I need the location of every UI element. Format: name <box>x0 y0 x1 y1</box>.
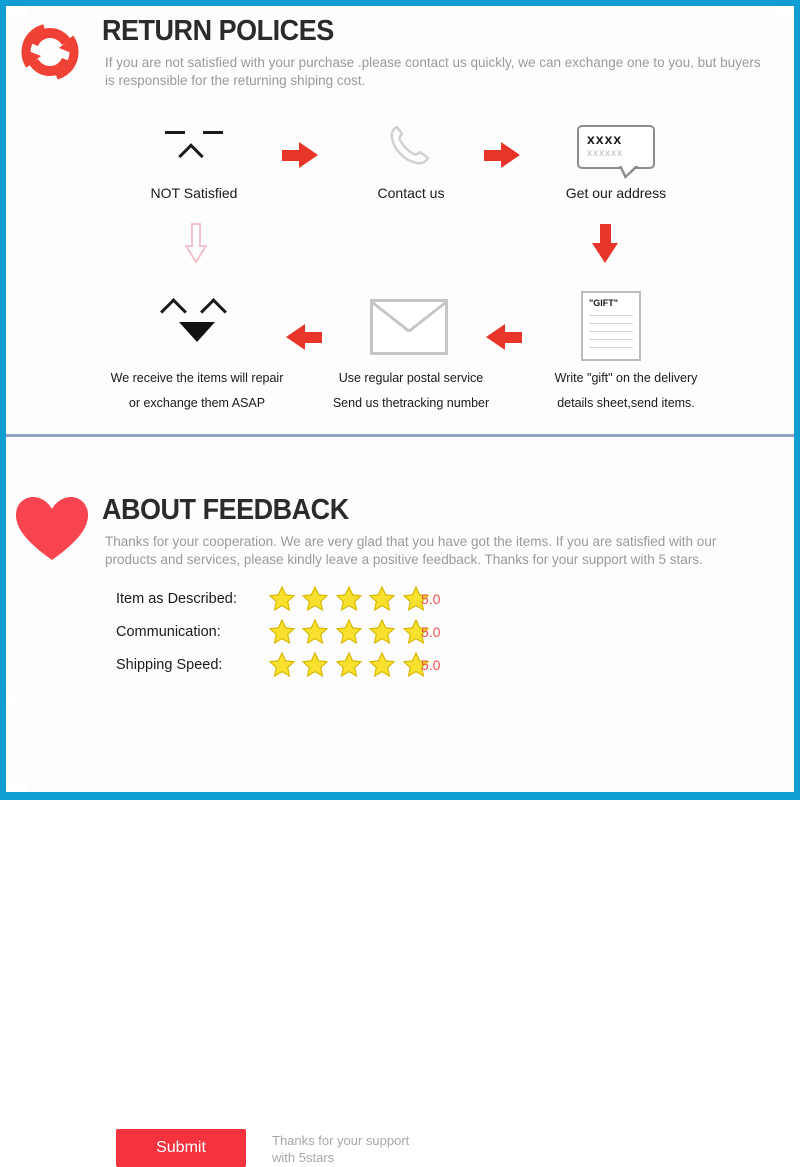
step-caption-gift: Write "gift" on the delivery details she… <box>526 363 726 413</box>
step-contact-us: Contact us <box>351 116 471 203</box>
caption-line-2: Send us thetracking number <box>332 396 490 410</box>
frame-notch-bottom-left <box>6 786 28 792</box>
arrow-left-2 <box>486 324 530 350</box>
rating-label: Shipping Speed: <box>116 657 223 673</box>
doc-gift-label: "GIFT" <box>589 298 619 308</box>
rating-row-shipping-speed: Shipping Speed: 5.0 <box>6 651 794 689</box>
step-we-receive-items <box>132 291 262 353</box>
arrow-right-1 <box>282 142 326 168</box>
refresh-arrows-icon <box>16 18 84 86</box>
step-caption-postal: Use regular postal service Send us thetr… <box>316 363 506 413</box>
star-icon[interactable] <box>268 651 296 679</box>
thanks-note: Thanks for your support with 5stars <box>272 1132 442 1166</box>
caption-line-1: Use regular postal service <box>338 371 484 385</box>
sad-face-icon <box>134 116 254 178</box>
star-icon[interactable] <box>301 651 329 679</box>
gift-document-icon: "GIFT" <box>576 289 646 363</box>
rating-label: Item as Described: <box>116 591 237 607</box>
star-icon[interactable] <box>368 651 396 679</box>
arrow-right-2 <box>484 142 528 168</box>
page-frame: RETURN POLICES If you are not satisfied … <box>0 0 800 1167</box>
rating-score: 5.0 <box>421 591 441 607</box>
thanks-line-2: with 5stars <box>272 1150 335 1165</box>
star-rating-shipping-speed[interactable] <box>268 651 431 684</box>
star-icon[interactable] <box>368 585 396 613</box>
step-get-address: xxxx xxxxxx Get our address <box>554 116 678 203</box>
return-policies-subtitle: If you are not satisfied with your purch… <box>105 55 761 88</box>
star-rating-communication[interactable] <box>268 618 431 651</box>
thanks-line-1: Thanks for your support <box>272 1133 410 1148</box>
submit-button[interactable]: Submit <box>116 1129 246 1167</box>
step-caption: NOT Satisfied <box>150 185 238 201</box>
caption-line-2: or exchange them ASAP <box>128 396 266 410</box>
happy-face-icon <box>132 291 262 353</box>
arrow-down-left <box>182 222 210 271</box>
arrow-left-1 <box>286 324 330 350</box>
star-icon[interactable] <box>268 618 296 646</box>
caption-line-1: We receive the items will repair <box>110 371 284 385</box>
star-rating-item-as-described[interactable] <box>268 585 431 618</box>
arrow-down-right <box>592 224 618 264</box>
caption-line-2: details sheet,send items. <box>557 396 695 410</box>
feedback-title: ABOUT FEEDBACK <box>102 494 349 526</box>
step-gift-document: "GIFT" <box>576 289 646 363</box>
step-caption: Get our address <box>565 185 667 201</box>
rating-score: 5.0 <box>421 624 441 640</box>
step-caption: Contact us <box>377 185 445 201</box>
star-icon[interactable] <box>301 585 329 613</box>
return-policies-section: RETURN POLICES If you are not satisfied … <box>6 6 794 436</box>
step-caption-we-receive: We receive the items will repair or exch… <box>88 363 306 413</box>
step-not-satisfied: NOT Satisfied <box>134 116 254 203</box>
step-postal-service <box>369 296 449 358</box>
section-divider <box>6 434 794 437</box>
frame-notch-mid-left <box>6 694 18 703</box>
star-icon[interactable] <box>335 585 363 613</box>
star-icon[interactable] <box>335 651 363 679</box>
caption-line-1: Write "gift" on the delivery <box>554 371 698 385</box>
feedback-subtitle: Thanks for your cooperation. We are very… <box>105 534 717 567</box>
phone-handset-icon <box>351 116 471 178</box>
content-card: RETURN POLICES If you are not satisfied … <box>6 6 794 1167</box>
hollow-down-arrow-icon <box>184 223 208 264</box>
star-icon[interactable] <box>335 618 363 646</box>
rating-score: 5.0 <box>421 657 441 673</box>
heart-icon <box>14 494 90 564</box>
star-icon[interactable] <box>268 585 296 613</box>
bubble-line-2: xxxxxx <box>587 148 623 159</box>
bubble-line-1: xxxx <box>587 131 623 147</box>
envelope-icon <box>369 296 449 358</box>
rating-label: Communication: <box>116 624 221 640</box>
return-policies-title: RETURN POLICES <box>102 15 334 47</box>
star-icon[interactable] <box>368 618 396 646</box>
speech-bubble-icon: xxxx xxxxxx <box>554 116 678 179</box>
star-icon[interactable] <box>301 618 329 646</box>
